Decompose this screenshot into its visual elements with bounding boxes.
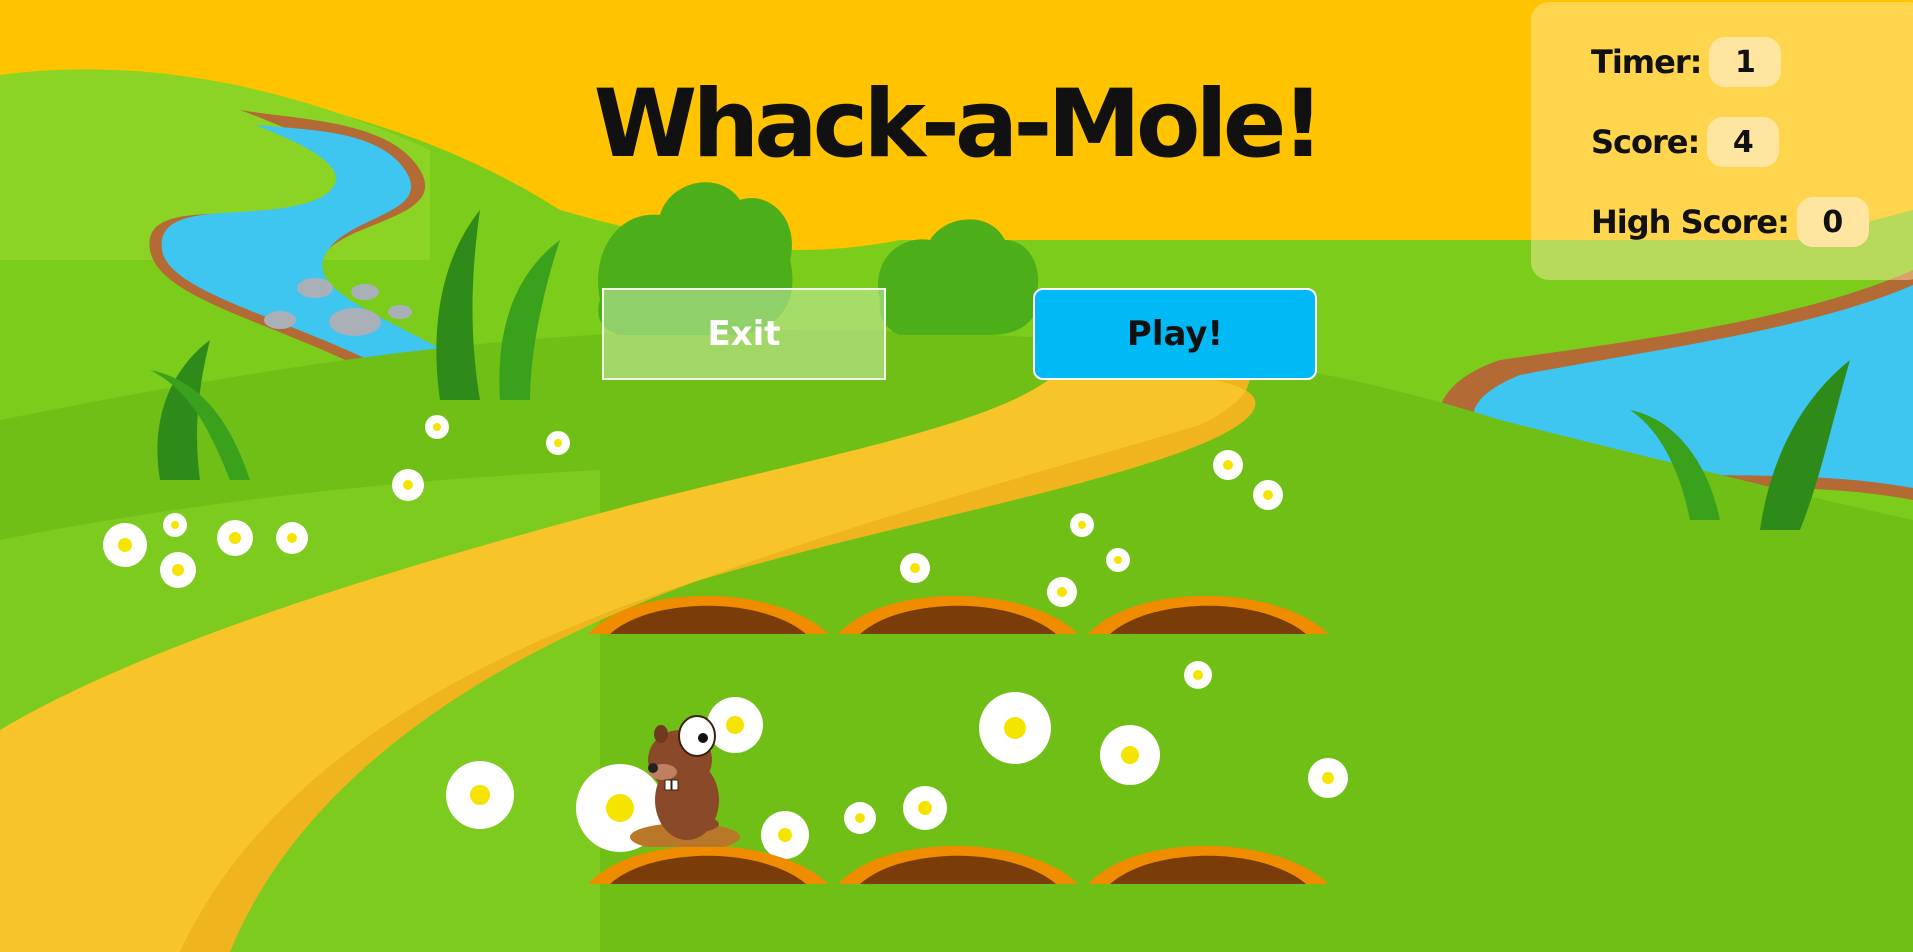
- timer-stat: Timer: 1: [1591, 37, 1782, 87]
- score-value: 4: [1707, 117, 1780, 167]
- timer-label: Timer:: [1591, 43, 1702, 81]
- mole-hole[interactable]: [1088, 578, 1328, 638]
- score-stat: Score: 4: [1591, 117, 1780, 167]
- game-stage: Whack-a-Mole! Exit Play! Timer: 1 Score:…: [0, 0, 1913, 952]
- high-score-label: High Score:: [1591, 203, 1790, 241]
- high-score-value: 0: [1796, 197, 1869, 247]
- mole-hole[interactable]: [1088, 828, 1328, 888]
- stats-panel: Timer: 1 Score: 4 High Score: 0: [1531, 2, 1913, 280]
- timer-value: 1: [1709, 37, 1782, 87]
- mole-hole[interactable]: [838, 578, 1078, 638]
- mole-hole[interactable]: [838, 828, 1078, 888]
- mole-hole[interactable]: [588, 578, 828, 638]
- play-button[interactable]: Play!: [1033, 288, 1317, 380]
- exit-button[interactable]: Exit: [602, 288, 886, 380]
- score-label: Score:: [1591, 123, 1700, 161]
- mole-character[interactable]: [625, 712, 740, 847]
- high-score-stat: High Score: 0: [1591, 197, 1869, 247]
